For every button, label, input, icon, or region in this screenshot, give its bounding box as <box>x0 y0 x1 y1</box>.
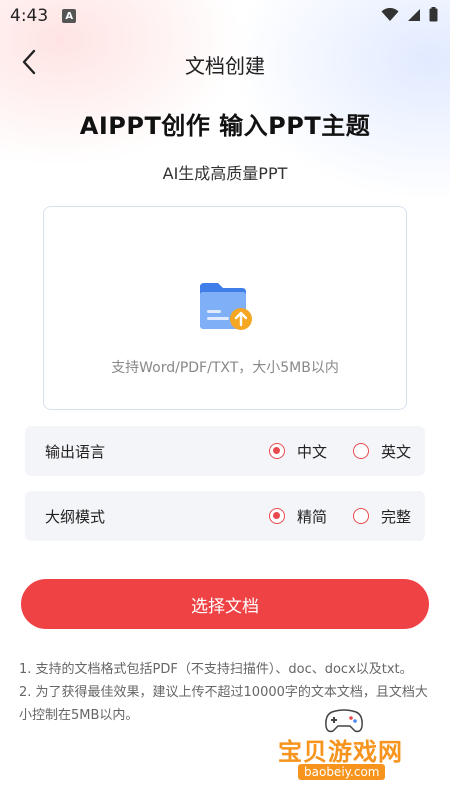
radio-option-chinese[interactable]: 中文 <box>268 441 327 462</box>
radio-label: 英文 <box>380 442 411 461</box>
subtitle: AI生成高质量PPT <box>162 164 288 183</box>
outline-mode-options: 精简 完整 <box>268 506 411 527</box>
notification-badge-icon: A <box>62 9 77 23</box>
wifi-icon <box>381 7 399 26</box>
watermark-logo: 宝贝游戏网 baobeiy.com <box>272 704 422 786</box>
upload-hint: 支持Word/PDF/TXT，大小5MB以内 <box>111 360 339 376</box>
radio-checked-icon <box>268 443 285 459</box>
radio-label: 中文 <box>296 442 327 461</box>
output-language-options: 中文 英文 <box>268 441 411 462</box>
radio-option-concise[interactable]: 精简 <box>268 506 327 527</box>
navigation-bar: 文档创建 <box>0 42 450 86</box>
upload-dropzone[interactable]: 支持Word/PDF/TXT，大小5MB以内 <box>43 206 407 410</box>
status-bar: 4:43 A <box>0 0 450 32</box>
headline: AIPPT创作 输入PPT主题 <box>79 112 371 140</box>
battery-icon <box>429 6 438 26</box>
choose-document-button[interactable]: 选择文档 <box>21 579 429 629</box>
note-item: 1. 支持的文档格式包括PDF（不支持扫描件）、doc、docx以及txt。 <box>19 662 413 677</box>
status-time: 4:43 <box>10 6 49 26</box>
radio-unchecked-icon <box>352 508 369 524</box>
radio-label: 精简 <box>296 507 327 526</box>
signal-icon <box>407 7 421 26</box>
radio-label: 完整 <box>380 507 411 526</box>
radio-option-english[interactable]: 英文 <box>352 441 411 462</box>
watermark-text: 宝贝游戏网 <box>278 738 403 766</box>
folder-upload-icon <box>198 281 254 337</box>
watermark-url: baobeiy.com <box>298 764 386 780</box>
radio-unchecked-icon <box>352 443 369 459</box>
outline-mode-row: 大纲模式 精简 完整 <box>25 491 425 541</box>
output-language-label: 输出语言 <box>45 442 106 461</box>
radio-option-complete[interactable]: 完整 <box>352 506 411 527</box>
radio-checked-icon <box>268 508 285 524</box>
status-icons <box>381 6 438 26</box>
outline-mode-label: 大纲模式 <box>45 507 106 526</box>
chevron-left-icon <box>21 49 37 79</box>
back-button[interactable] <box>14 48 44 80</box>
output-language-row: 输出语言 中文 英文 <box>25 426 425 476</box>
page-title: 文档创建 <box>185 53 265 78</box>
